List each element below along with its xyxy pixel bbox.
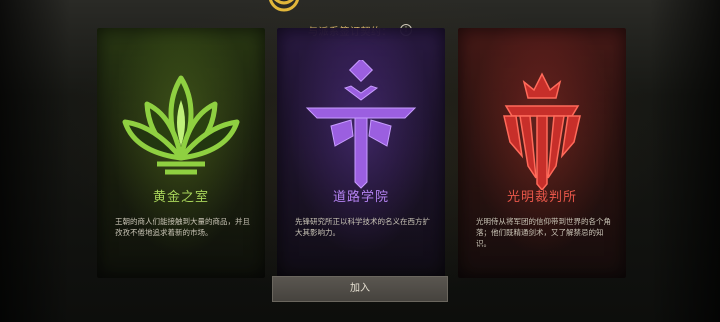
faction-emblem-icon: [269, 0, 299, 12]
background-left-shade: [0, 0, 70, 322]
faction-card-inquisition-of-light[interactable]: 光明裁判所 光明侍从将军团的信仰带到世界的各个角落；他们既精通剑术，又了解禁忌的…: [458, 28, 626, 278]
faction-name: 光明裁判所: [506, 190, 577, 205]
path-academy-icon: [305, 60, 417, 189]
faction-name: 黄金之室: [152, 190, 209, 205]
faction-description: 先锋研究所正以科学技术的名义在西方扩大其影响力。: [295, 217, 430, 237]
faction-card-path-academy[interactable]: 道路学院 先锋研究所正以科学技术的名义在西方扩大其影响力。: [277, 28, 445, 278]
faction-card-golden-chamber[interactable]: 黄金之室 王朝的商人们能接触到大量的商品，并且孜孜不倦地追求着新的市场。: [97, 28, 265, 278]
crown-sword-icon: [503, 72, 581, 190]
faction-description: 王朝的商人们能接触到大量的商品，并且孜孜不倦地追求着新的市场。: [115, 217, 250, 237]
join-button[interactable]: 加入: [272, 276, 448, 302]
lotus-icon: [122, 75, 240, 175]
faction-description: 光明侍从将军团的信仰带到世界的各个角落；他们既精通剑术，又了解禁忌的知识。: [476, 217, 611, 248]
background-right-shade: [650, 0, 720, 322]
faction-name: 道路学院: [332, 190, 389, 205]
